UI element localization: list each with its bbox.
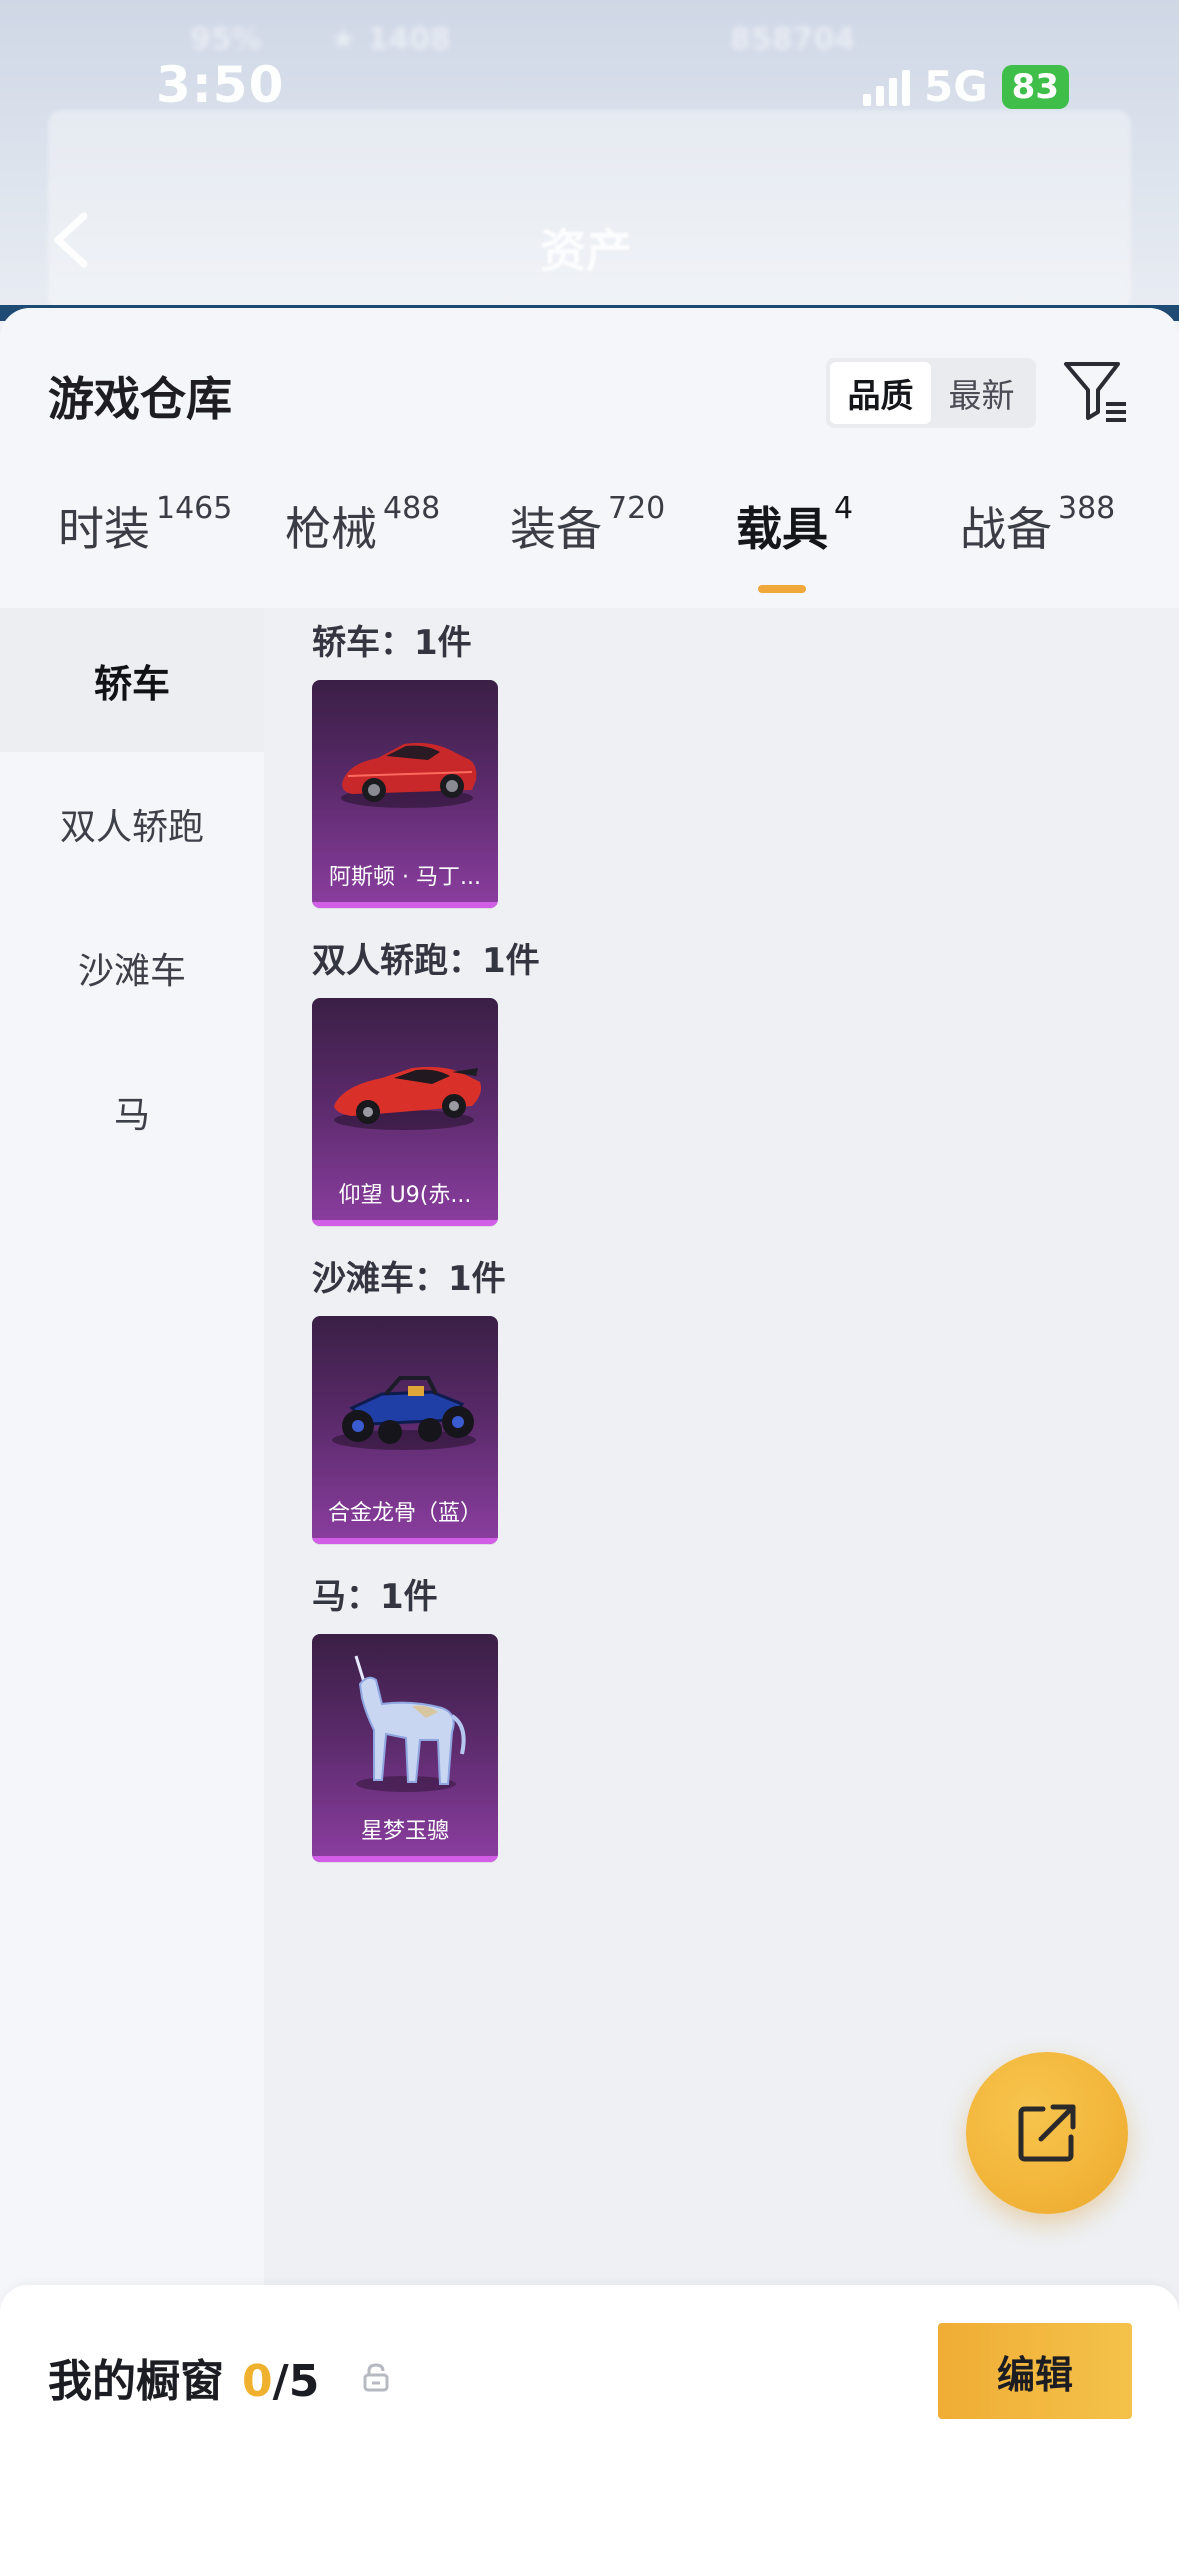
battery-indicator: 83 bbox=[1001, 64, 1069, 109]
filter-icon[interactable] bbox=[1060, 354, 1130, 424]
item-name: 仰望 U9(赤... bbox=[338, 1183, 472, 1208]
tab-count: 1465 bbox=[156, 491, 233, 526]
back-arrow-icon[interactable] bbox=[48, 210, 92, 270]
item-card[interactable]: 仰望 U9(赤... bbox=[312, 998, 498, 1226]
red-supercar-image bbox=[334, 1066, 481, 1130]
tab-label: 装备 bbox=[510, 502, 602, 556]
item-card[interactable]: 阿斯顿 · 马丁... bbox=[312, 680, 498, 908]
item-card[interactable]: 星梦玉骢 bbox=[312, 1634, 498, 1862]
sort-latest-button[interactable]: 最新 bbox=[931, 362, 1032, 424]
tab-count: 488 bbox=[383, 491, 441, 526]
tab-label: 时装 bbox=[58, 502, 150, 556]
showcase-count: 0/5 bbox=[242, 2356, 319, 2407]
section-horse: 马：1件 星梦玉骢 bbox=[312, 1570, 498, 1862]
signal-icon bbox=[862, 68, 910, 106]
sidebar-item-sedan[interactable]: 轿车 bbox=[0, 608, 264, 752]
blue-buggy-image bbox=[332, 1376, 476, 1450]
crystal-unicorn-image bbox=[354, 1655, 466, 1792]
share-icon bbox=[1018, 2104, 1076, 2162]
tab-fashion[interactable]: 时装 1465 bbox=[58, 491, 233, 559]
section-title: 马：1件 bbox=[312, 1577, 438, 1617]
tab-vehicles[interactable]: 载具 4 bbox=[736, 491, 854, 559]
tab-count: 4 bbox=[834, 491, 854, 526]
showcase-label: 我的橱窗 0/5 bbox=[48, 2345, 319, 2409]
tab-count: 388 bbox=[1058, 491, 1116, 526]
tab-label: 枪械 bbox=[285, 502, 377, 556]
status-indicators: 5G 83 bbox=[862, 62, 1069, 111]
active-tab-indicator bbox=[758, 585, 806, 593]
tab-label: 载具 bbox=[736, 502, 828, 556]
item-name: 星梦玉骢 bbox=[360, 1819, 449, 1844]
blurred-stat: 858704 bbox=[730, 22, 856, 57]
tab-combat-supplies[interactable]: 战备 388 bbox=[960, 491, 1116, 559]
section-beach-buggy: 沙滩车：1件 合金龙骨（蓝） bbox=[312, 1252, 506, 1544]
sidebar-item-beach-buggy[interactable]: 沙滩车 bbox=[0, 896, 264, 1040]
tab-firearms[interactable]: 枪械 488 bbox=[285, 491, 441, 559]
sidebar-item-horse[interactable]: 马 bbox=[0, 1040, 264, 1184]
showcase-count-current: 0 bbox=[242, 2356, 273, 2407]
sort-toggle: 品质 最新 bbox=[826, 358, 1036, 428]
section-title: 双人轿跑：1件 bbox=[312, 941, 540, 981]
lock-icon bbox=[363, 2363, 389, 2392]
red-sports-car-image bbox=[341, 742, 477, 808]
category-tabs: 时装 1465 枪械 488 装备 720 载具 4 战备 388 bbox=[0, 491, 1179, 593]
warehouse-sheet: 游戏仓库 品质 最新 时装 1465 枪械 488 装备 720 载具 4 战备… bbox=[0, 308, 1179, 2556]
warehouse-title: 游戏仓库 bbox=[48, 372, 232, 426]
tab-label: 战备 bbox=[960, 502, 1052, 556]
blurred-stat: ★ 1408 bbox=[330, 22, 451, 57]
section-coupe: 双人轿跑：1件 仰望 U9(赤... bbox=[312, 934, 540, 1226]
subcategory-sidebar: 轿车 双人轿跑 沙滩车 马 bbox=[0, 608, 264, 2556]
section-title: 轿车：1件 bbox=[312, 623, 472, 663]
sort-quality-button[interactable]: 品质 bbox=[830, 362, 931, 424]
showcase-title: 我的橱窗 bbox=[48, 2356, 224, 2407]
page-title: 资产 bbox=[540, 224, 632, 278]
warehouse-header: 游戏仓库 品质 最新 时装 1465 枪械 488 装备 720 载具 4 战备… bbox=[0, 308, 1179, 608]
share-button[interactable] bbox=[966, 2052, 1128, 2214]
vehicle-list: 轿车：1件 阿斯顿 · 马丁... 双人轿跑：1件 仰望 U9(赤... 沙滩车… bbox=[264, 608, 1179, 2556]
item-name: 阿斯顿 · 马丁... bbox=[329, 865, 481, 890]
status-time: 3:50 bbox=[156, 56, 285, 114]
network-type: 5G bbox=[923, 62, 988, 111]
item-name: 合金龙骨（蓝） bbox=[327, 1501, 482, 1526]
sidebar-item-coupe[interactable]: 双人轿跑 bbox=[0, 752, 264, 896]
showcase-count-total: /5 bbox=[272, 2356, 320, 2407]
showcase-bar: 我的橱窗 0/5 编辑 bbox=[0, 2285, 1179, 2556]
tab-count: 720 bbox=[608, 491, 666, 526]
section-sedan: 轿车：1件 阿斯顿 · 马丁... bbox=[312, 616, 498, 908]
section-title: 沙滩车：1件 bbox=[312, 1259, 506, 1299]
tab-equipment[interactable]: 装备 720 bbox=[510, 491, 666, 559]
item-card[interactable]: 合金龙骨（蓝） bbox=[312, 1316, 498, 1544]
blurred-stat: 95% bbox=[190, 22, 262, 57]
edit-button[interactable]: 编辑 bbox=[938, 2323, 1132, 2419]
